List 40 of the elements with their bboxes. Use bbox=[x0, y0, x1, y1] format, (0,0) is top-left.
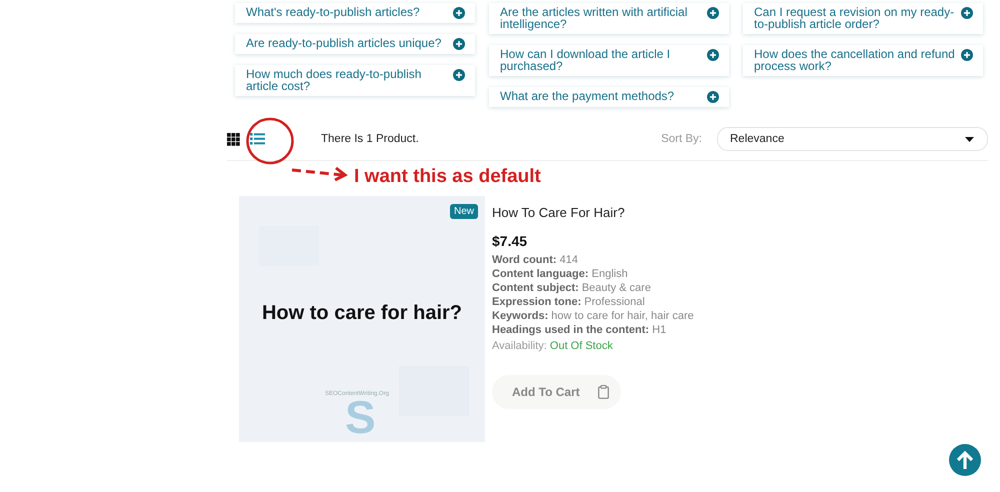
faq-question[interactable]: Are ready-to-publish articles unique? bbox=[235, 34, 475, 54]
product-title[interactable]: How To Care For Hair? bbox=[492, 205, 625, 220]
clipboard-icon bbox=[598, 385, 609, 399]
image-caption: How to care for hair? bbox=[260, 302, 464, 325]
faq-question[interactable]: How does the cancellation and refund process work? bbox=[743, 45, 983, 76]
product-detail: Content language: English bbox=[492, 267, 629, 281]
annotation-circle bbox=[245, 116, 295, 166]
list-view-icon[interactable] bbox=[250, 133, 265, 145]
faq-question[interactable]: What are the payment methods? bbox=[489, 87, 729, 107]
product-detail: Content subject: Beauty & care bbox=[492, 281, 652, 295]
sort-label: Sort By: bbox=[661, 133, 702, 145]
product-price: $7.45 bbox=[492, 233, 528, 249]
plus-icon bbox=[961, 49, 973, 61]
new-badge: New bbox=[450, 204, 478, 219]
product-detail: Expression tone: Professional bbox=[492, 295, 646, 309]
annotation-arrow bbox=[290, 165, 348, 181]
plus-icon bbox=[453, 7, 465, 19]
faq-question[interactable]: Can I request a revision on my ready-to-publish article order? bbox=[743, 3, 983, 34]
faq-question[interactable]: Are the articles written with artificial intelligence? bbox=[489, 3, 729, 34]
availability: Availability: Out Of Stock bbox=[492, 339, 614, 353]
plus-icon bbox=[453, 69, 465, 81]
arrow-up-icon bbox=[956, 450, 974, 470]
logo-letter: S bbox=[345, 399, 376, 435]
plus-icon bbox=[961, 7, 973, 19]
faq-question[interactable]: How can I download the article I purchased? bbox=[489, 45, 729, 76]
sort-dropdown[interactable]: Relevance bbox=[717, 127, 988, 151]
faq-question[interactable]: How much does ready-to-publish article cost? bbox=[235, 65, 475, 96]
grid-view-icon[interactable] bbox=[227, 132, 240, 146]
product-detail: Word count: 414 bbox=[492, 253, 579, 267]
product-detail: Headings used in the content: H1 bbox=[492, 323, 668, 337]
product-count: There Is 1 Product. bbox=[321, 133, 419, 145]
back-to-top-button[interactable] bbox=[949, 444, 981, 476]
plus-icon bbox=[707, 91, 719, 103]
plus-icon bbox=[707, 49, 719, 61]
caret-icon bbox=[965, 136, 974, 142]
plus-icon bbox=[453, 38, 465, 50]
faq-question[interactable]: What's ready-to-publish articles? bbox=[235, 3, 475, 23]
annotation-text: I want this as default bbox=[354, 166, 541, 188]
plus-icon bbox=[707, 7, 719, 19]
product-detail: Keywords: how to care for hair, hair care bbox=[492, 309, 694, 323]
